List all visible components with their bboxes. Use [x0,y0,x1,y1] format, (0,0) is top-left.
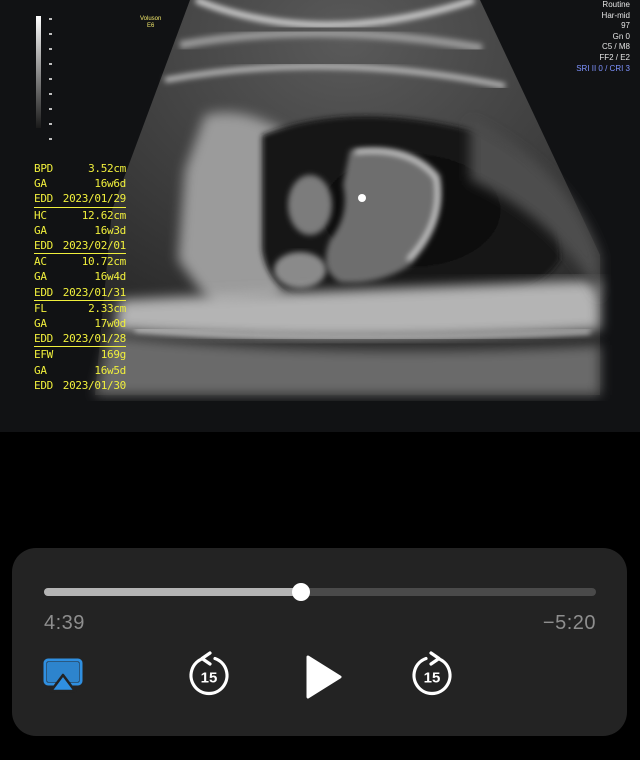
setting-line: Routine [602,0,630,9]
skip-back-seconds: 15 [201,670,218,687]
scrubber[interactable] [44,583,596,601]
grayscale-bar [36,16,41,128]
remaining-time: −5:20 [542,612,596,634]
skip-forward-button[interactable]: 15 [407,651,457,701]
skip-back-15-icon: 15 [189,651,229,695]
measurement-row: AC 10.72cm [34,255,126,269]
play-button[interactable] [298,652,348,702]
measurement-row: GA 16w6d [34,177,126,191]
measurement-group-fl: FL 2.33cm GA 17w0d EDD 2023/01/28 [34,301,126,348]
setting-line: 97 [621,21,630,31]
elapsed-time: 4:39 [44,612,85,634]
measurement-group-ac: AC 10.72cm GA 16w4d EDD 2023/01/31 [34,254,126,301]
measurement-row: FL 2.33cm [34,301,126,315]
measurement-row: EFW 169g [34,348,126,362]
measurement-row: EDD 2023/02/01 [34,239,126,253]
measurement-row: EDD 2023/01/29 [34,192,126,206]
scrubber-thumb[interactable] [292,583,311,601]
setting-line: Har-mid [601,10,630,20]
setting-line-highlight: SRI II 0 / CRI 3 [576,63,630,73]
skip-forward-15-icon: 15 [412,651,452,695]
setting-line: Gn 0 [612,31,630,41]
measurement-row: EDD 2023/01/30 [34,378,126,392]
measurement-group-efw: EFW 169g GA 16w5d EDD 2023/01/30 [34,347,126,393]
measurement-row: BPD 3.52cm [34,162,126,175]
measurement-row: GA 16w3d [34,223,126,237]
playback-controls: 4:39 −5:20 15 15 [12,548,627,736]
measurement-group-hc: HC 12.62cm GA 16w3d EDD 2023/02/01 [34,208,126,255]
measurement-panel: BPD 3.52cm GA 16w6d EDD 2023/01/29 HC 12.62c… [34,161,126,393]
probe-model: E6 [147,23,155,29]
probe-label: Voluson E6 [140,16,161,30]
scrubber-progress [44,588,302,596]
skip-back-button[interactable]: 15 [184,651,234,701]
measurement-row: EDD 2023/01/28 [34,332,126,346]
airplay-button[interactable] [41,656,85,696]
skip-forward-seconds: 15 [424,670,441,687]
airplay-icon [43,658,83,693]
measurement-row: EDD 2023/01/31 [34,285,126,299]
depth-scale [49,18,52,142]
measurement-row: HC 12.62cm [34,208,126,222]
measurement-group-bpd: BPD 3.52cm GA 16w6d EDD 2023/01/29 [34,161,126,208]
play-icon [306,655,342,699]
setting-line: C5 / M8 [601,42,630,52]
measurement-row: GA 17w0d [34,317,126,331]
probe-brand: Voluson [140,16,162,22]
scan-settings: Routine Har-mid 97 Gn 0 C5 / M8 FF2 / E2… [576,0,630,74]
ultrasound-video[interactable]: Voluson E6 Routine Har-mid 97 Gn 0 C5 / … [0,0,640,432]
video-player-screen: Voluson E6 Routine Har-mid 97 Gn 0 C5 / … [0,0,640,760]
measurement-row: GA 16w5d [34,363,126,377]
measurement-row: GA 16w4d [34,270,126,284]
setting-line: FF2 / E2 [599,52,630,62]
